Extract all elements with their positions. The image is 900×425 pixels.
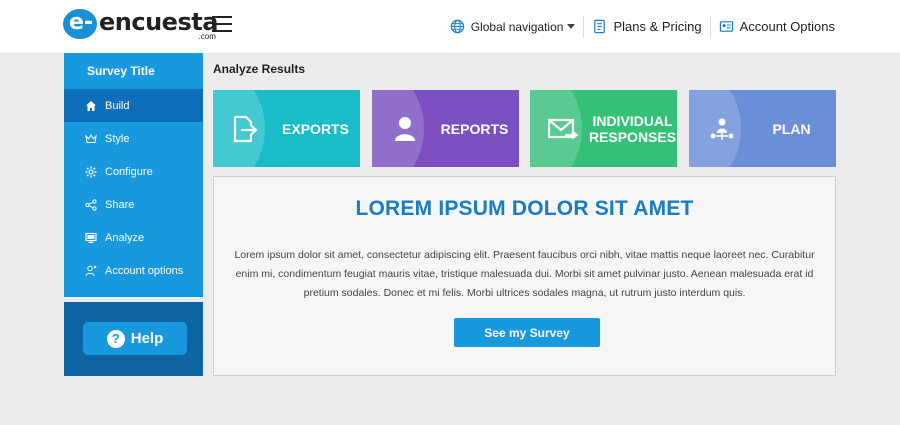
see-my-survey-button[interactable]: See my Survey [454,318,600,347]
page-title: Analyze Results [213,62,306,76]
sidebar-item-build[interactable]: Build [64,89,203,122]
sidebar-item-label: Analyze [105,231,145,244]
logo-text: encuesta .com [99,9,218,41]
question-icon: ? [106,329,125,348]
people-network-icon [710,118,734,140]
account-options-label: Account Options [739,19,835,34]
logo[interactable]: e- encuesta .com [63,9,218,41]
help-panel: ? Help [64,302,203,376]
sidebar: Survey Title Build Style Configure Share… [64,53,203,297]
sidebar-item-account-options[interactable]: Account options [64,254,203,287]
exports-label: EXPORTS [282,120,349,137]
reports-label: REPORTS [440,120,509,137]
card-description: Lorem ipsum dolor sit amet, consectetur … [234,249,815,299]
info-card: LOREM IPSUM DOLOR SIT AMET Lorem ipsum d… [213,176,836,376]
top-bar: e- encuesta .com Global navigation Plans… [0,0,900,53]
share-icon [85,198,97,211]
logo-badge-text: e- [69,10,94,35]
sidebar-item-label: Configure [105,165,153,178]
envelope-icon [548,118,578,140]
home-icon [86,100,96,111]
globe-icon [450,19,464,34]
plan-tile[interactable]: PLAN [689,90,836,167]
account-card-icon [719,21,733,32]
sidebar-item-configure[interactable]: Configure [64,155,203,188]
exports-tile[interactable]: EXPORTS [213,90,360,167]
individual-responses-label: INDIVIDUAL RESPONSES [588,112,677,145]
sidebar-item-style[interactable]: Style [64,122,203,155]
account-options-link[interactable]: Account Options [711,0,900,53]
help-button[interactable]: ? Help [83,322,187,355]
sidebar-item-label: Account options [105,264,184,277]
gear-icon [85,166,97,177]
user-gear-icon [85,265,97,276]
hamburger-menu-icon[interactable] [212,16,232,34]
sidebar-item-analyze[interactable]: Analyze [64,221,203,254]
monitor-icon [85,232,97,243]
pricing-document-icon [594,19,606,34]
logo-badge: e- [63,9,97,39]
top-navigation: Global navigation Plans & Pricing Accoun… [442,0,900,53]
chevron-down-icon [567,24,576,29]
sidebar-item-label: Share [105,198,135,211]
person-icon [395,117,415,141]
reports-tile[interactable]: REPORTS [372,90,519,167]
card-title: LOREM IPSUM DOLOR SIT AMET [355,197,694,220]
sidebar-item-label: Style [105,132,130,145]
crown-icon [85,133,97,143]
individual-responses-tile[interactable]: INDIVIDUAL RESPONSES [530,90,677,167]
plan-label: PLAN [772,120,811,137]
sidebar-item-label: Build [105,99,130,112]
plans-pricing-link[interactable]: Plans & Pricing [584,0,709,53]
global-navigation-dropdown[interactable]: Global navigation [442,0,584,53]
export-file-icon [233,115,258,143]
plans-pricing-label: Plans & Pricing [613,19,702,34]
help-label: Help [130,330,164,347]
global-navigation-label: Global navigation [470,19,564,34]
sidebar-item-share[interactable]: Share [64,188,203,221]
survey-title: Survey Title [87,64,155,78]
